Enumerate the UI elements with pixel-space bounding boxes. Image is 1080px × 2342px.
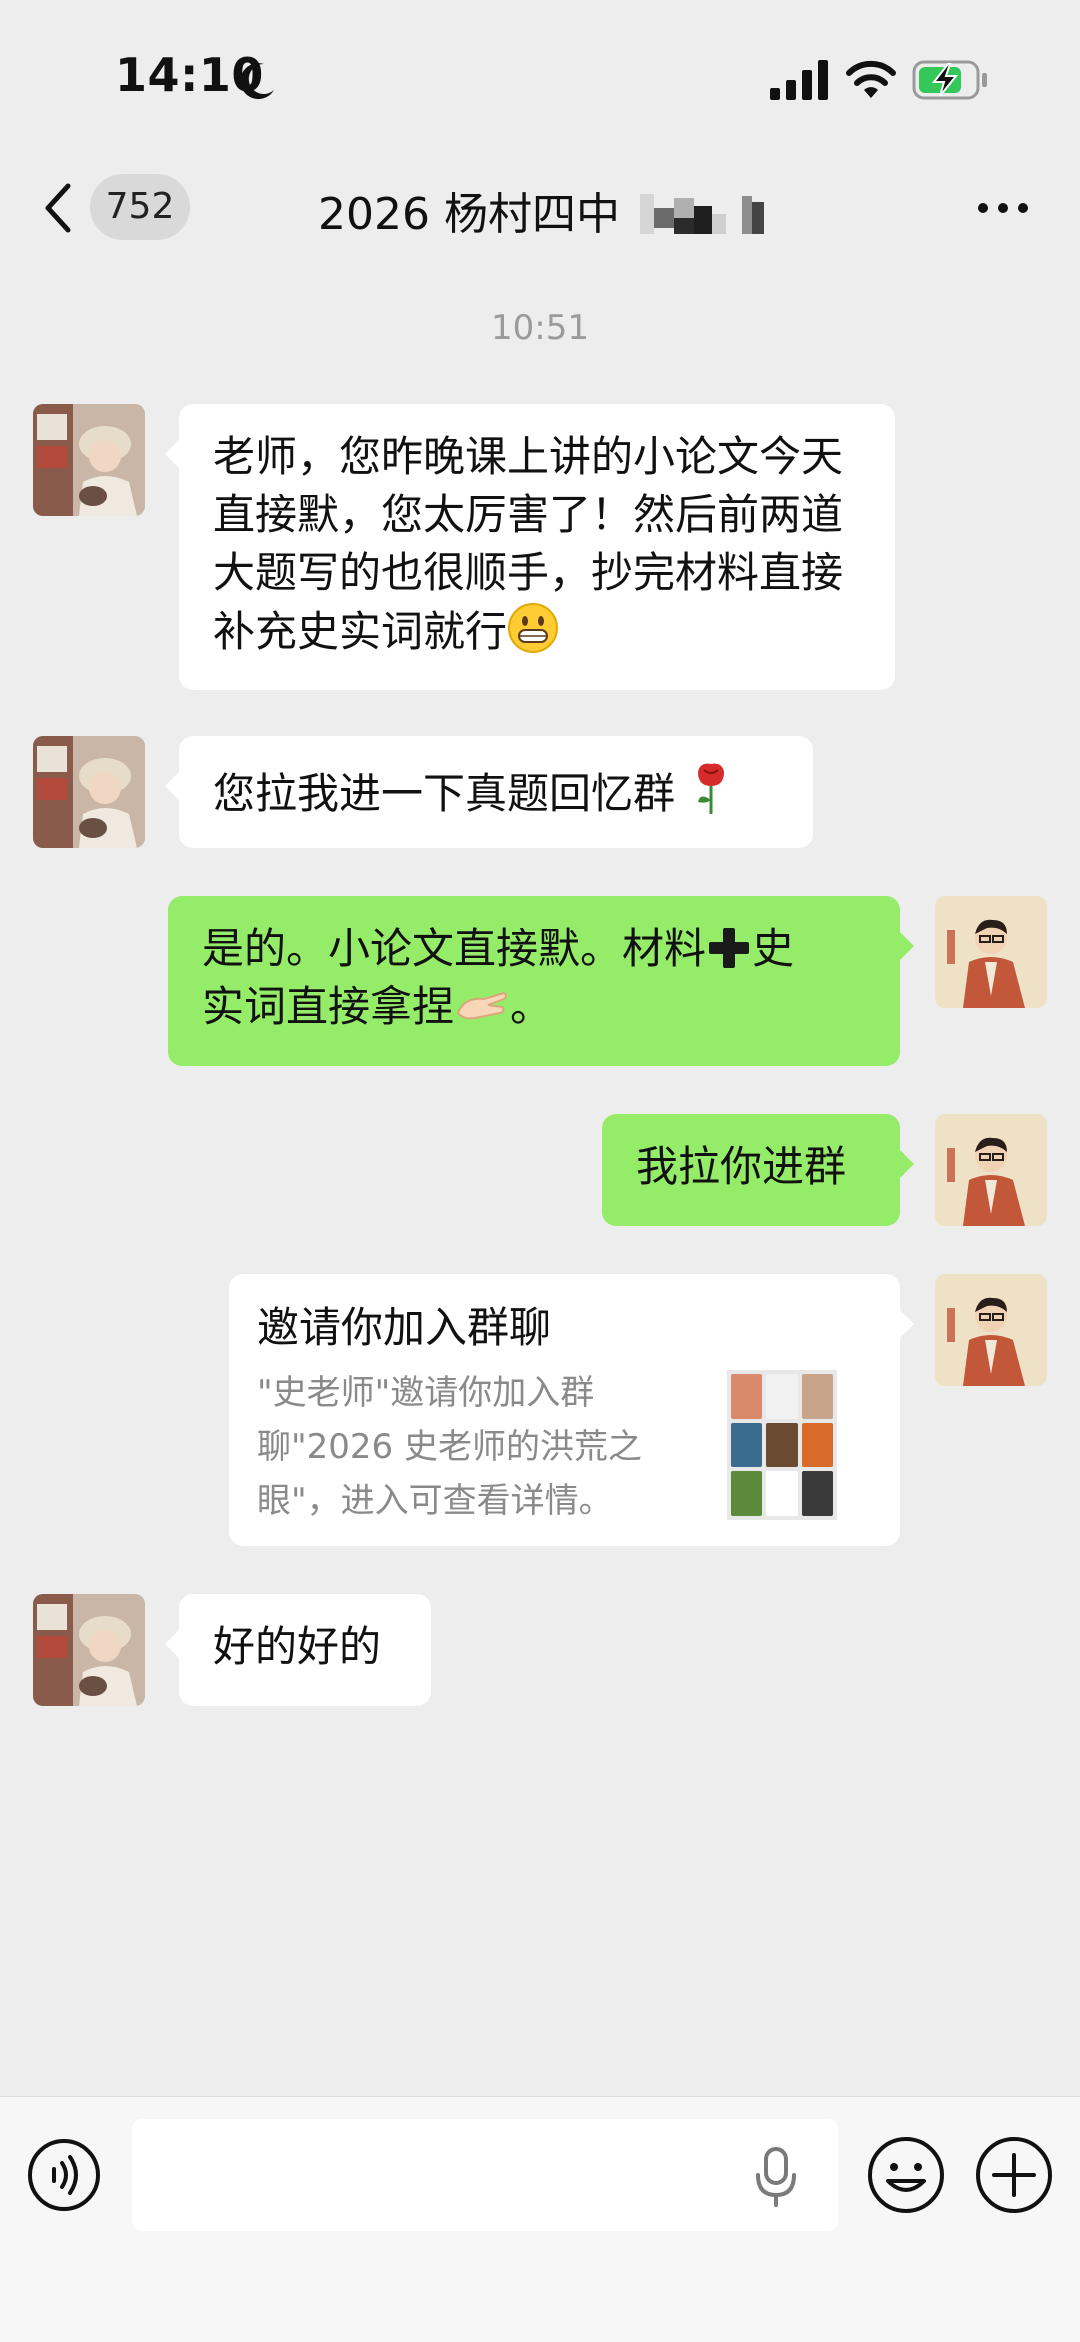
received-message-bubble[interactable]: 老师，您昨晚课上讲的小论文今天直接默，您太厉害了！然后前两道大题写的也很顺手，抄… [165, 404, 895, 690]
status-bar: 14:10 [0, 0, 1080, 160]
message-text: 我拉你进群 [636, 1142, 847, 1191]
card-title: 邀请你加入群聊 [257, 1303, 552, 1352]
message-text: 您拉我进一下真题回忆群 [213, 769, 676, 818]
plus-icon[interactable] [974, 2135, 1054, 2215]
my-avatar[interactable] [935, 1114, 1047, 1226]
received-message-bubble[interactable]: 您拉我进一下真题回忆群 [165, 736, 813, 848]
rose-icon [698, 763, 725, 814]
message-text-part: 实词直接拿捏 [202, 982, 455, 1031]
my-avatar[interactable] [935, 1274, 1047, 1386]
unread-count-badge[interactable]: 752 [90, 174, 190, 240]
wifi-icon [846, 60, 896, 98]
group-invite-card[interactable]: 邀请你加入群聊 "史老师"邀请你加入群聊"2026 史老师的洪荒之眼"，进入可查… [229, 1274, 914, 1546]
group-avatar-grid [727, 1370, 837, 1520]
chevron-left-icon[interactable] [40, 180, 76, 236]
sender-avatar[interactable] [33, 736, 145, 848]
chat-header: 752 2026 杨村四中 [0, 160, 1080, 260]
signal-icon [770, 60, 828, 100]
microphone-icon[interactable] [754, 2147, 798, 2207]
received-message-bubble[interactable]: 好的好的 [165, 1594, 431, 1706]
battery-charging-icon [912, 60, 987, 100]
emoji-icon[interactable] [866, 2135, 946, 2215]
message-text-part: 。 [510, 982, 553, 1031]
input-bar [0, 2096, 1080, 2342]
chat-timestamp: 10:51 [491, 308, 589, 348]
grinning-face-icon [508, 603, 559, 653]
chat-title: 2026 杨村四中 [318, 189, 620, 240]
redacted-title-mosaic [640, 194, 764, 234]
voice-icon[interactable] [26, 2137, 102, 2213]
message-text-part: 是的。小论文直接默。材料 [202, 924, 707, 973]
pinching-hand-icon [456, 991, 508, 1020]
my-avatar[interactable] [935, 896, 1047, 1008]
message-text: 好的好的 [213, 1622, 382, 1671]
sent-message-bubble[interactable]: 我拉你进群 [602, 1114, 914, 1226]
message-text-part: 史 [752, 924, 795, 973]
sent-message-bubble[interactable]: 是的。小论文直接默。材料 史实词直接拿捏 。 [168, 896, 914, 1066]
message-input[interactable] [132, 2119, 838, 2231]
plus-sign-icon [709, 928, 750, 968]
more-icon[interactable] [975, 196, 1031, 220]
sender-avatar[interactable] [33, 1594, 145, 1706]
card-description: "史老师"邀请你加入群聊"2026 史老师的洪荒之眼"，进入可查看详情。 [257, 1373, 642, 1521]
sender-avatar[interactable] [33, 404, 145, 516]
moon-icon [240, 63, 274, 100]
